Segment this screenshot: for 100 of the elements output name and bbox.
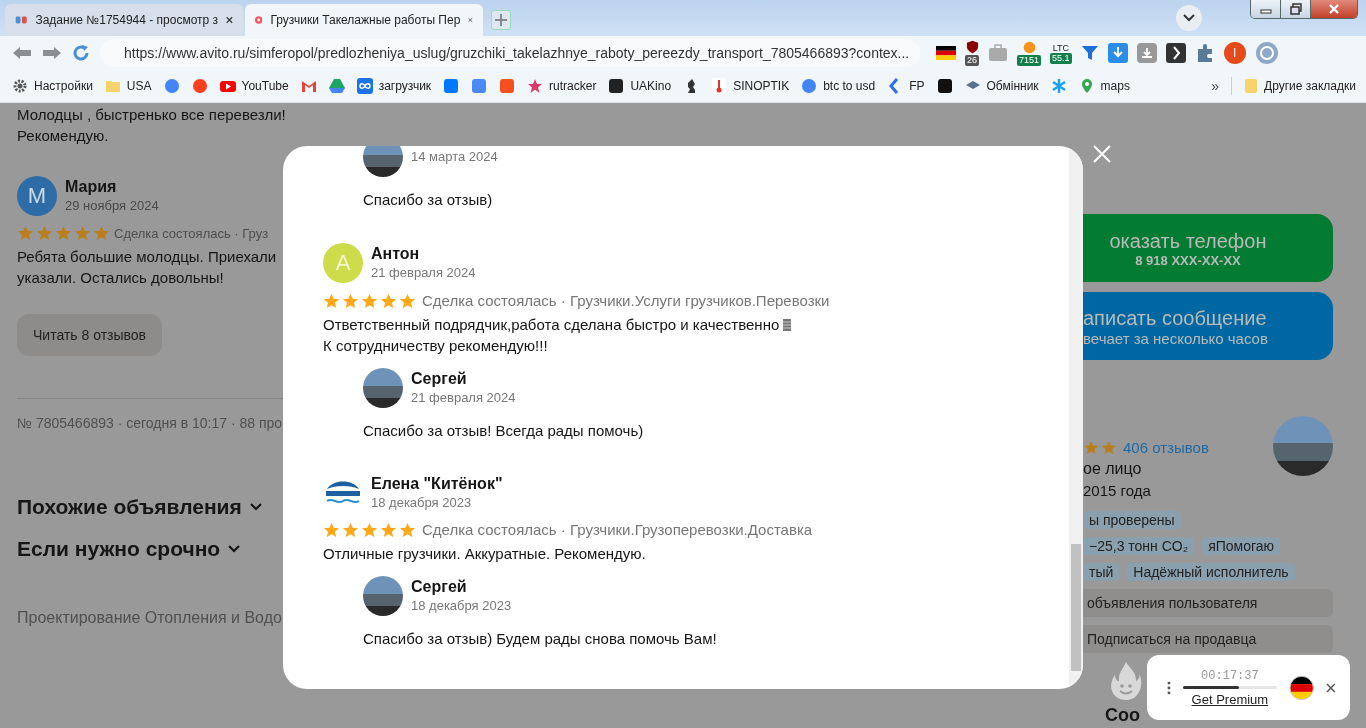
user-avatar: М xyxy=(17,176,57,216)
bookmark-link[interactable]: Настройки xyxy=(12,78,93,94)
back-icon[interactable] xyxy=(12,46,32,60)
author-name: Антон xyxy=(371,244,421,264)
review-text: К сотрудничеству рекомендую!!! xyxy=(323,336,548,356)
tab-title: Задание №1754944 - просмотр з xyxy=(35,13,219,27)
download-icon[interactable] xyxy=(1136,43,1157,63)
section-toggle[interactable]: Если нужно срочно xyxy=(17,537,283,561)
play-icon xyxy=(219,78,236,94)
shield-icon[interactable] xyxy=(965,40,979,54)
bookmark-link[interactable]: rutracker xyxy=(527,78,597,94)
author-name: Сергей xyxy=(411,577,468,597)
bookmark-label: Обмінник xyxy=(986,79,1039,93)
restore-icon xyxy=(1289,3,1302,15)
square-icon[interactable] xyxy=(936,78,953,94)
folder-icon xyxy=(104,78,121,94)
extension-badge: 26 xyxy=(965,55,979,66)
review-text: Ребята большие молодцы. Приехали xyxy=(17,247,278,267)
bookmark-link[interactable]: maps xyxy=(1078,78,1130,94)
bookmark-folder[interactable]: Другие закладки xyxy=(1244,78,1356,94)
photo-placeholder xyxy=(363,368,403,408)
chevron-down-icon xyxy=(1183,14,1195,22)
funnel-icon[interactable] xyxy=(1080,44,1099,62)
bookmark-link[interactable]: загрузчик xyxy=(356,78,432,94)
bitcoin-icon[interactable] xyxy=(1022,40,1036,54)
section-toggle[interactable]: Похожие объявления xyxy=(17,495,283,519)
bookmark-label: Настройки xyxy=(34,79,93,93)
seller-type: ое лицо xyxy=(1083,460,1143,478)
review-date: 18 декабря 2023 xyxy=(411,597,512,615)
bookmark-link[interactable]: USA xyxy=(104,78,152,94)
bookmark-link[interactable]: YouTube xyxy=(219,78,289,94)
section-title: Если нужно срочно xyxy=(17,537,221,561)
bookmark-label: rutracker xyxy=(549,79,597,93)
seller-action-button[interactable]: объявления пользователя xyxy=(1083,589,1333,617)
triangle-icon[interactable] xyxy=(328,78,345,94)
review-text: Рекомендую. xyxy=(17,126,110,146)
minimize-button[interactable] xyxy=(1251,0,1281,18)
author-name: Мария xyxy=(65,177,118,197)
envelope-icon[interactable] xyxy=(300,78,317,94)
download-icon[interactable] xyxy=(1107,43,1128,63)
bookmark-link[interactable]: Обмінник xyxy=(964,78,1039,94)
close-icon[interactable] xyxy=(1326,682,1336,693)
review-date: 29 ноября 2024 xyxy=(65,197,159,215)
bracket-icon[interactable] xyxy=(1165,43,1186,63)
seller-badge: тый xyxy=(1083,563,1120,581)
browser-tab[interactable]: Грузчики Такелажные работы Пер xyxy=(245,4,483,36)
section-heading: Соо xyxy=(1105,704,1140,726)
read-reviews-button[interactable]: Читать 8 отзывов xyxy=(17,314,163,356)
circle-icon[interactable] xyxy=(163,78,180,94)
bookmark-link[interactable]: FP xyxy=(887,78,925,94)
bookmark-link[interactable]: btc to usd xyxy=(801,78,876,94)
url-text: https://www.avito.ru/simferopol/predlozheniya_uslug/gruzchiki_takelazhnye_raboty_pereezdy_transport_7805466893?contex... xyxy=(124,45,910,61)
asterisk-icon[interactable] xyxy=(1050,78,1067,94)
browser-tab[interactable]: Задание №1754944 - просмотр з xyxy=(5,4,243,36)
flag-icon[interactable] xyxy=(936,46,956,60)
circle-icon xyxy=(801,78,818,94)
bookmark-link[interactable]: SINOPTIK xyxy=(711,78,790,94)
menu-dots-icon[interactable] xyxy=(1167,680,1171,695)
flag-icon[interactable] xyxy=(1288,674,1315,701)
bookmark-label: FP xyxy=(909,79,925,93)
address-field[interactable]: https://www.avito.ru/simferopol/predlozheniya_uslug/gruzchiki_takelazhnye_raboty_pereezdy_transport_7805466893?contex... xyxy=(100,39,920,67)
infinity-icon xyxy=(356,78,373,94)
get-premium-link[interactable]: Get Premium xyxy=(1191,691,1269,707)
bookmark-label: USA xyxy=(126,79,152,93)
close-window-button[interactable] xyxy=(1311,0,1357,18)
author-name: Сергей xyxy=(411,369,468,389)
tab-search-button[interactable] xyxy=(1176,5,1202,31)
smiling-flame-icon[interactable] xyxy=(1110,661,1142,701)
review-meta: Сделка состоялась · Грузчики.Услуги грузчиков.Перевозки xyxy=(422,292,830,309)
connection-timer: 00:17:37 xyxy=(1201,668,1259,683)
photo-placeholder xyxy=(1273,416,1333,476)
star-icon xyxy=(527,78,544,94)
reply-text: Спасибо за отзыв) Будем рады снова помочь Вам! xyxy=(363,629,718,649)
circle-icon[interactable] xyxy=(191,78,208,94)
review-date: 14 марта 2024 xyxy=(411,148,498,166)
chevron-icon xyxy=(249,503,262,511)
seller-action-button[interactable]: Подписаться на продавца xyxy=(1083,625,1333,653)
review-date: 18 декабря 2023 xyxy=(371,494,473,512)
new-tab-button[interactable] xyxy=(491,10,511,30)
plus-icon xyxy=(494,13,508,27)
close-icon[interactable] xyxy=(226,15,233,25)
reload-icon[interactable] xyxy=(72,44,90,62)
maximize-button[interactable] xyxy=(1281,0,1311,18)
chevron-icon xyxy=(228,545,241,553)
ltc-label: LTC xyxy=(1052,42,1069,53)
reply-text: Спасибо за отзыв) xyxy=(363,190,494,210)
seller-badge: яПомогаю xyxy=(1202,537,1281,555)
review-text: указали. Остались довольны! xyxy=(17,268,225,288)
user-avatar: А xyxy=(323,243,363,283)
forward-icon[interactable] xyxy=(42,46,62,60)
scrollbar-thumb[interactable] xyxy=(1071,544,1081,671)
seller-badge: Надёжный исполнитель xyxy=(1127,563,1295,581)
thermometer-icon xyxy=(711,78,728,94)
profile-avatar[interactable]: I xyxy=(1223,42,1246,64)
more-bookmarks-button[interactable]: » xyxy=(1211,78,1220,94)
bookmark-link[interactable]: UAKino xyxy=(608,78,672,94)
briefcase-icon[interactable] xyxy=(988,44,1008,62)
review-date: 21 февраля 2024 xyxy=(411,389,516,407)
review-text: Ответственный подрядчик,работа сделана быстро и качественно xyxy=(323,315,780,335)
close-icon[interactable] xyxy=(468,15,473,25)
